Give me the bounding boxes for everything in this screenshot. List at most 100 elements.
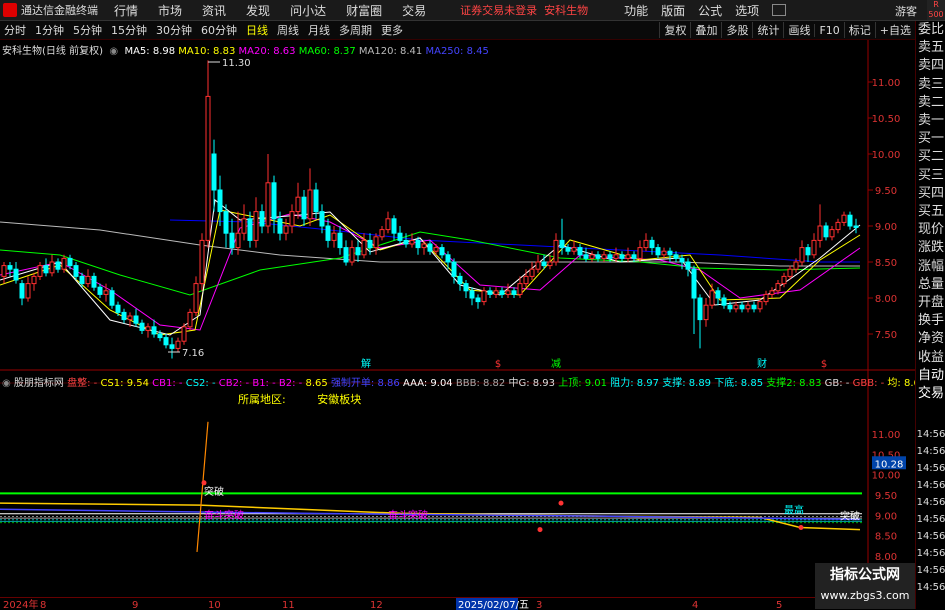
candle[interactable] (631, 251, 637, 262)
candle[interactable] (307, 168, 313, 226)
candle[interactable] (679, 254, 685, 270)
candle[interactable] (715, 287, 721, 306)
candle[interactable] (853, 218, 859, 234)
candle[interactable] (721, 294, 727, 309)
candle[interactable] (739, 301, 745, 313)
event-marker[interactable]: $ (495, 359, 501, 370)
candle[interactable] (31, 272, 37, 291)
candle[interactable] (781, 272, 787, 288)
side-tab[interactable]: 买三 (916, 167, 945, 185)
candle[interactable] (565, 244, 571, 255)
candle[interactable] (37, 262, 43, 280)
candle[interactable] (619, 251, 625, 262)
candle[interactable] (343, 240, 349, 266)
candle[interactable] (49, 254, 55, 277)
side-tab[interactable]: 买二 (916, 148, 945, 166)
candle[interactable] (697, 294, 703, 349)
candle[interactable] (187, 308, 193, 331)
candle[interactable] (1, 262, 7, 284)
candle[interactable] (169, 337, 175, 359)
candle[interactable] (589, 251, 595, 262)
candle[interactable] (235, 211, 241, 255)
candle[interactable] (109, 287, 115, 309)
candle[interactable] (637, 240, 643, 262)
candle[interactable] (745, 301, 751, 313)
candle[interactable] (751, 301, 757, 313)
candle[interactable] (691, 265, 697, 334)
side-tab[interactable]: 买一 (916, 130, 945, 148)
candle[interactable] (25, 276, 31, 302)
candle[interactable] (265, 154, 271, 234)
candle[interactable] (373, 233, 379, 255)
candle[interactable] (181, 323, 187, 345)
candle[interactable] (421, 240, 427, 255)
candle[interactable] (475, 294, 481, 309)
side-tab[interactable]: 交易 (916, 385, 945, 403)
candle[interactable] (403, 233, 409, 248)
candle[interactable] (811, 233, 817, 259)
candle[interactable] (331, 226, 337, 248)
candle[interactable] (667, 247, 673, 262)
event-marker[interactable]: $ (821, 359, 827, 370)
candle[interactable] (103, 283, 109, 302)
candle[interactable] (241, 204, 247, 241)
candle[interactable] (709, 283, 715, 309)
side-tab[interactable]: 卖三 (916, 76, 945, 94)
candle[interactable] (7, 262, 13, 277)
candle[interactable] (253, 197, 259, 248)
candle[interactable] (829, 226, 835, 241)
candle[interactable] (337, 226, 343, 255)
candle[interactable] (397, 226, 403, 244)
candle[interactable] (97, 283, 103, 298)
candle[interactable] (529, 262, 535, 280)
candle[interactable] (199, 233, 205, 291)
side-tab[interactable]: 涨幅 (916, 258, 945, 276)
side-tab[interactable]: 买五 (916, 203, 945, 221)
candle[interactable] (379, 226, 385, 241)
candle[interactable] (349, 240, 355, 266)
side-tab[interactable]: 总量 (916, 276, 945, 294)
candle[interactable] (511, 287, 517, 298)
candle[interactable] (571, 240, 577, 255)
side-tab[interactable]: 开盘 (916, 294, 945, 312)
side-tab[interactable]: 收益 (916, 349, 945, 367)
side-tab[interactable]: 现价 (916, 221, 945, 239)
candle[interactable] (841, 211, 847, 226)
candle[interactable] (835, 218, 841, 234)
side-tab[interactable]: 自动 (916, 367, 945, 385)
candle[interactable] (163, 334, 169, 349)
side-tab[interactable]: 买四 (916, 185, 945, 203)
side-tab[interactable]: 委比 (916, 21, 945, 39)
candle[interactable] (73, 262, 79, 280)
event-marker[interactable]: 财 (757, 357, 767, 370)
side-tab[interactable]: 卖四 (916, 57, 945, 75)
candle[interactable] (259, 204, 265, 234)
candle[interactable] (325, 218, 331, 248)
candle[interactable] (625, 247, 631, 262)
candle[interactable] (457, 272, 463, 291)
candle[interactable] (361, 233, 367, 259)
candle[interactable] (145, 323, 151, 338)
candle[interactable] (247, 211, 253, 248)
event-marker[interactable]: 解 (361, 357, 371, 370)
candle[interactable] (685, 258, 691, 277)
candle[interactable] (91, 272, 97, 291)
candle[interactable] (559, 218, 565, 255)
candle[interactable] (763, 290, 769, 306)
side-tab[interactable]: 涨跌 (916, 239, 945, 257)
candle[interactable] (493, 287, 499, 298)
candle[interactable] (175, 337, 181, 352)
candle[interactable] (535, 254, 541, 273)
candle[interactable] (655, 244, 661, 259)
candle[interactable] (499, 287, 505, 298)
chart-canvas[interactable]: 11.00 10.50 10.00 9.50 9.00 8.50 8.00 7.50 解 $ 减 财… (0, 0, 915, 609)
candle[interactable] (661, 247, 667, 259)
candle[interactable] (769, 287, 775, 298)
candle[interactable] (481, 287, 487, 306)
candle[interactable] (823, 222, 829, 241)
candle[interactable] (799, 240, 805, 266)
candle[interactable] (463, 280, 469, 298)
candle[interactable] (703, 298, 709, 327)
candlesticks[interactable] (1, 60, 859, 359)
candle[interactable] (817, 204, 823, 248)
